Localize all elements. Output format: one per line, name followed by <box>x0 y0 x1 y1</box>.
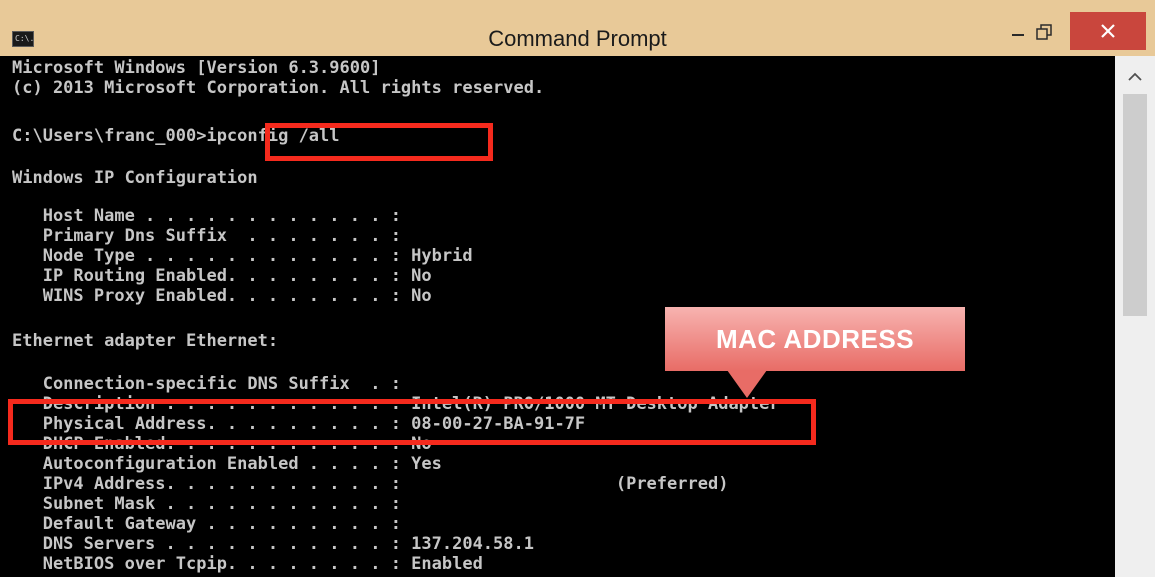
console-line: WINS Proxy Enabled. . . . . . . . : No <box>12 286 432 306</box>
mac-address-callout: MAC ADDRESS <box>665 307 965 371</box>
mac-address-highlight-box <box>8 399 816 445</box>
minimize-icon <box>1012 34 1024 36</box>
close-button[interactable] <box>1070 12 1146 50</box>
console-line: Default Gateway . . . . . . . . . : <box>12 514 401 534</box>
console-line: Subnet Mask . . . . . . . . . . . : <box>12 494 401 514</box>
console-line: Autoconfiguration Enabled . . . . : Yes <box>12 454 442 474</box>
console-line: Host Name . . . . . . . . . . . . : <box>12 206 401 226</box>
command-prompt-window: C:\. Command Prompt Microsoft Windows [V… <box>0 0 1155 577</box>
console-line: DNS Servers . . . . . . . . . . . : 137.… <box>12 534 534 554</box>
console-line: Ethernet adapter Ethernet: <box>12 331 279 351</box>
window-title: Command Prompt <box>488 26 667 51</box>
close-icon <box>1101 24 1115 38</box>
callout-label: MAC ADDRESS <box>715 323 915 354</box>
scrollbar-thumb[interactable] <box>1123 94 1147 316</box>
console-line: IP Routing Enabled. . . . . . . . : No <box>12 266 432 286</box>
command-highlight-box <box>265 123 493 161</box>
scroll-up-arrow-icon <box>1128 72 1142 81</box>
restore-button[interactable] <box>1024 16 1064 48</box>
console-line: Primary Dns Suffix . . . . . . . : <box>12 226 401 246</box>
console-line: Windows IP Configuration <box>12 168 258 188</box>
restore-icon <box>1036 24 1052 40</box>
console-line: NetBIOS over Tcpip. . . . . . . . : Enab… <box>12 554 483 574</box>
console-line: IPv4 Address. . . . . . . . . . . : (Pre… <box>12 474 729 494</box>
callout-pointer <box>727 370 767 398</box>
console-line: Connection-specific DNS Suffix . : <box>12 374 401 394</box>
scroll-up-button[interactable] <box>1124 66 1146 88</box>
console-line: (c) 2013 Microsoft Corporation. All righ… <box>12 78 545 98</box>
console-line: Microsoft Windows [Version 6.3.9600] <box>12 58 381 78</box>
console-line: Node Type . . . . . . . . . . . . : Hybr… <box>12 246 473 266</box>
title-bar[interactable]: C:\. Command Prompt <box>0 0 1155 56</box>
